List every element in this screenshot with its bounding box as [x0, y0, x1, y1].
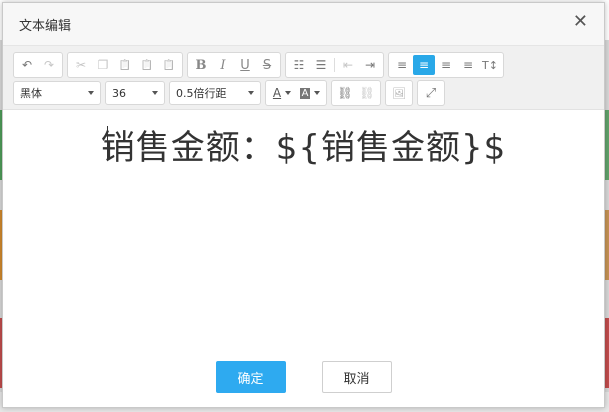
editor-toolbar: ↶ ↷ ✂ ❐ 📋 📋 📋 B I U S ☷ ☰ ⇤ ⇥ ≡ ≡ ≡ ≡ T↕… [3, 46, 604, 110]
chevron-down-icon [152, 91, 158, 95]
font-size-select[interactable]: 36 [105, 81, 165, 105]
font-color-icon[interactable]: A [268, 83, 296, 103]
confirm-button[interactable]: 确定 [215, 361, 286, 393]
font-family-select[interactable]: 黑体 [13, 81, 101, 105]
paste-text-icon[interactable]: 📋 [136, 55, 158, 75]
background-color-glyph: A [299, 87, 311, 99]
editor-text: 销售金额：${销售金额}$ [100, 128, 507, 168]
undo-icon[interactable]: ↶ [16, 55, 38, 75]
bold-icon[interactable]: B [190, 55, 212, 75]
chevron-down-icon [248, 91, 254, 95]
dialog-title: 文本编辑 [19, 19, 72, 34]
font-size-value: 36 [112, 86, 126, 100]
history-group: ↶ ↷ [13, 52, 63, 78]
cut-icon[interactable]: ✂ [70, 55, 92, 75]
editor-content-area[interactable]: 销售金额：${销售金额}$ [3, 110, 604, 345]
format-group: B I U S [187, 52, 281, 78]
link-icon[interactable]: ⛓ [334, 83, 356, 103]
outdent-icon[interactable]: ⇤ [337, 55, 359, 75]
align-center-icon[interactable]: ≡ [413, 55, 435, 75]
redo-icon[interactable]: ↷ [38, 55, 60, 75]
cancel-button[interactable]: 取消 [321, 361, 392, 393]
text-edit-dialog: 文本编辑 ✕ ↶ ↷ ✂ ❐ 📋 📋 📋 B I U S ☷ ☰ ⇤ ⇥ ≡ ≡… [2, 2, 605, 408]
align-justify-icon[interactable]: ≡ [457, 55, 479, 75]
list-group: ☷ ☰ ⇤ ⇥ [285, 52, 384, 78]
font-family-value: 黑体 [20, 87, 42, 100]
align-right-icon[interactable]: ≡ [435, 55, 457, 75]
toolbar-row-1: ↶ ↷ ✂ ❐ 📋 📋 📋 B I U S ☷ ☰ ⇤ ⇥ ≡ ≡ ≡ ≡ T↕ [13, 52, 594, 78]
indent-icon[interactable]: ⇥ [359, 55, 381, 75]
align-left-icon[interactable]: ≡ [391, 55, 413, 75]
dialog-footer: 确定 取消 [3, 361, 604, 393]
color-group: A A [265, 80, 327, 106]
ordered-list-icon[interactable]: ☷ [288, 55, 310, 75]
font-color-glyph: A [272, 86, 282, 100]
unordered-list-icon[interactable]: ☰ [310, 55, 332, 75]
line-height-select[interactable]: 0.5倍行距 [169, 81, 261, 105]
text-cursor [107, 126, 108, 160]
chevron-down-icon [285, 91, 292, 95]
italic-icon[interactable]: I [212, 55, 234, 75]
image-group: 🖼 [385, 80, 413, 106]
chevron-down-icon [88, 91, 94, 95]
dialog-header: 文本编辑 ✕ [3, 3, 604, 46]
chevron-down-icon [314, 91, 321, 95]
separator [334, 58, 335, 72]
paste-word-icon[interactable]: 📋 [158, 55, 180, 75]
paste-icon[interactable]: 📋 [114, 55, 136, 75]
close-icon[interactable]: ✕ [573, 13, 588, 31]
unlink-icon[interactable]: ⛓ [356, 83, 378, 103]
fullscreen-group: ⤢ [417, 80, 445, 106]
background-color-icon[interactable]: A [296, 83, 324, 103]
image-icon[interactable]: 🖼 [388, 83, 410, 103]
fullscreen-icon[interactable]: ⤢ [420, 83, 442, 103]
copy-icon[interactable]: ❐ [92, 55, 114, 75]
underline-icon[interactable]: U [234, 55, 256, 75]
line-height-value: 0.5倍行距 [176, 87, 227, 100]
clipboard-group: ✂ ❐ 📋 📋 📋 [67, 52, 183, 78]
strikethrough-icon[interactable]: S [256, 55, 278, 75]
align-group: ≡ ≡ ≡ ≡ T↕ [388, 52, 504, 78]
link-group: ⛓ ⛓ [331, 80, 381, 106]
text-direction-icon[interactable]: T↕ [479, 55, 501, 75]
toolbar-row-2: 黑体 36 0.5倍行距 A A ⛓ ⛓ 🖼 ⤢ [13, 80, 594, 106]
